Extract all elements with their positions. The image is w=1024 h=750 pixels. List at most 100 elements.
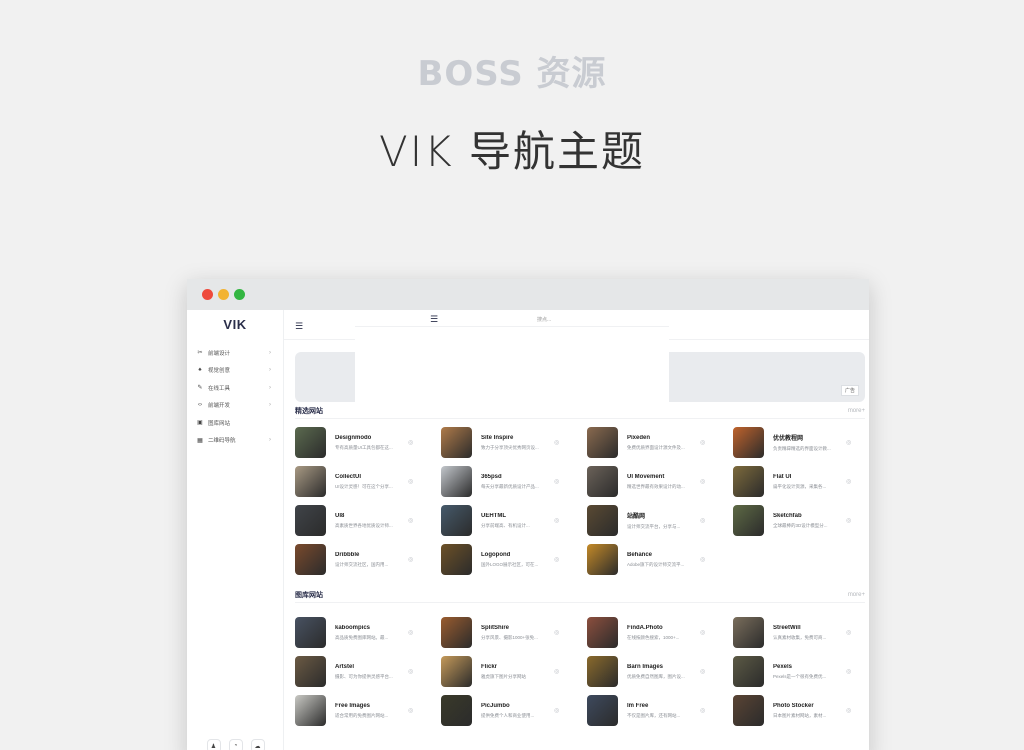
info-icon[interactable]: ◎	[554, 517, 559, 524]
site-name: 站酷网	[627, 514, 646, 520]
site-card[interactable]: Designmodo 专有高质量UI工具包都在这... ◎	[295, 427, 441, 458]
info-icon[interactable]: ◎	[408, 707, 413, 714]
site-card[interactable]: 站酷网 设计师交流平台，分享与... ◎	[587, 505, 733, 536]
site-description: UI设计灵感！可在这个分享...	[335, 483, 393, 489]
info-icon[interactable]: ◎	[554, 556, 559, 563]
site-card[interactable]: Site Inspire 致力于分享顶尖优秀网页设... ◎	[441, 427, 587, 458]
site-card[interactable]: UEHTML 分享前端高、有机设计... ◎	[441, 505, 587, 536]
site-thumbnail	[587, 695, 618, 726]
site-card[interactable]: SplitShire 分享风景、摄影1000+张免... ◎	[441, 617, 587, 648]
site-card[interactable]: Logopond 国外LOGO展示社区，可在... ◎	[441, 544, 587, 575]
maximize-window-button[interactable]	[234, 289, 245, 300]
site-description: 全球最棒的3D设计模型分...	[773, 522, 828, 528]
site-card-text: Sketchfab 全球最棒的3D设计模型分...	[773, 513, 845, 529]
info-icon[interactable]: ◎	[408, 439, 413, 446]
site-name: Behance	[627, 551, 653, 558]
wechat-icon[interactable]: ☁	[250, 739, 265, 750]
info-icon[interactable]: ◎	[408, 556, 413, 563]
site-card[interactable]: StreetWill 认真素材收集，免费可商... ◎	[733, 617, 869, 648]
scissors-icon: ✂	[197, 350, 203, 357]
sidebar-item-online-tools[interactable]: ✎ 在线工具 ›	[187, 379, 283, 397]
site-description: 扁平化设计资源，采集各...	[773, 483, 827, 489]
site-card[interactable]: Pixeden 免费优质界面设计源文件及... ◎	[587, 427, 733, 458]
info-icon[interactable]: ◎	[846, 517, 851, 524]
site-name: Dribbble	[335, 551, 360, 558]
sidebar-item-frontend-design[interactable]: ✂ 前端设计 ›	[187, 344, 283, 362]
site-name: Photo Stocker	[773, 702, 814, 709]
info-icon[interactable]: ◎	[700, 707, 705, 714]
info-icon[interactable]: ◎	[846, 478, 851, 485]
info-icon[interactable]: ◎	[554, 478, 559, 485]
preview-search-input: 搜点...	[537, 317, 552, 323]
site-thumbnail	[733, 505, 764, 536]
site-name: 365psd	[481, 473, 502, 480]
info-icon[interactable]: ◎	[554, 439, 559, 446]
info-icon[interactable]: ◎	[408, 668, 413, 675]
sidebar-item-qrcode-nav[interactable]: ▦ 二维码导航 ›	[187, 432, 283, 450]
pen-icon: ✎	[197, 385, 203, 392]
site-name: Pexels	[773, 663, 793, 670]
info-icon[interactable]: ◎	[700, 556, 705, 563]
site-card[interactable]: Im Free 不仅是图片库，还有网站... ◎	[587, 695, 733, 726]
site-card[interactable]: FindA.Photo 在线按颜色搜索，1000+... ◎	[587, 617, 733, 648]
site-thumbnail	[441, 427, 472, 458]
site-card[interactable]: Behance Adobe旗下的设计师交流平... ◎	[587, 544, 733, 575]
site-card[interactable]: 优优教程网 负责精辟精选的界面设计教... ◎	[733, 427, 869, 458]
menu-toggle-icon[interactable]: ☰	[295, 321, 303, 332]
sidebar-item-visual-creative[interactable]: ♠ 视觉创意 ›	[187, 362, 283, 380]
site-description: 雅虎旗下图片分享网站	[481, 673, 526, 679]
info-icon[interactable]: ◎	[700, 439, 705, 446]
site-card[interactable]: kaboompics 高品质免费图库网站。最... ◎	[295, 617, 441, 648]
info-icon[interactable]: ◎	[846, 668, 851, 675]
site-card[interactable]: Sketchfab 全球最棒的3D设计模型分... ◎	[733, 505, 869, 536]
site-name: SplitShire	[481, 624, 510, 631]
site-card-text: Designmodo 专有高质量UI工具包都在这...	[335, 435, 407, 451]
sidebar-menu: ✂ 前端设计 › ♠ 视觉创意 › ✎ 在线工具 › ‹› 前端开发 › ▣ 图	[187, 344, 283, 449]
site-card-text: Im Free 不仅是图片库，还有网站...	[627, 703, 699, 719]
info-icon[interactable]: ◎	[408, 517, 413, 524]
site-card[interactable]: 365psd 每天分享最新优质设计产品... ◎	[441, 466, 587, 497]
site-card[interactable]: Flickr 雅虎旗下图片分享网站 ◎	[441, 656, 587, 687]
info-icon[interactable]: ◎	[554, 707, 559, 714]
info-icon[interactable]: ◎	[408, 478, 413, 485]
info-icon[interactable]: ◎	[554, 629, 559, 636]
site-card-text: 站酷网 设计师交流平台，分享与...	[627, 511, 699, 530]
info-icon[interactable]: ◎	[700, 668, 705, 675]
more-link[interactable]: more+	[848, 408, 865, 414]
info-icon[interactable]: ◎	[846, 439, 851, 446]
site-card[interactable]: PicJumbo 提供免费个人和商业使用... ◎	[441, 695, 587, 726]
site-card-text: CollectUI UI设计灵感！可在这个分享...	[335, 474, 407, 490]
site-card[interactable]: UI Movement 精选世界最有效果设计的动... ◎	[587, 466, 733, 497]
site-card[interactable]: CollectUI UI设计灵感！可在这个分享... ◎	[295, 466, 441, 497]
info-icon[interactable]: ◎	[846, 629, 851, 636]
info-icon[interactable]: ◎	[846, 707, 851, 714]
chevron-right-icon: ›	[269, 437, 271, 444]
info-icon[interactable]: ◎	[408, 629, 413, 636]
sidebar-item-frontend-dev[interactable]: ‹› 前端开发 ›	[187, 397, 283, 415]
site-card[interactable]: Dribbble 设计师交流社区，国内用... ◎	[295, 544, 441, 575]
site-description: 日本图片素材网站，素材...	[773, 712, 827, 718]
minimize-window-button[interactable]	[218, 289, 229, 300]
site-card[interactable]: Photo Stocker 日本图片素材网站，素材... ◎	[733, 695, 869, 726]
site-card[interactable]: Free Images 适合常用的免费图片网站... ◎	[295, 695, 441, 726]
site-card[interactable]: Barn Images 优质免费自然图库，图片设... ◎	[587, 656, 733, 687]
close-window-button[interactable]	[202, 289, 213, 300]
site-card-text: Pixeden 免费优质界面设计源文件及...	[627, 435, 699, 451]
section-header: 精选网站 more+	[295, 405, 865, 419]
site-logo[interactable]: VIK	[187, 310, 283, 340]
flame-icon: ♠	[198, 367, 202, 374]
info-icon[interactable]: ◎	[700, 517, 705, 524]
info-icon[interactable]: ◎	[700, 629, 705, 636]
qq-icon[interactable]: ♟	[206, 739, 221, 750]
info-icon[interactable]: ◎	[554, 668, 559, 675]
sidebar-item-label: 前端设计	[208, 350, 231, 357]
site-card-text: PicJumbo 提供免费个人和商业使用...	[481, 703, 553, 719]
site-card[interactable]: Flat UI 扁平化设计资源，采集各... ◎	[733, 466, 869, 497]
sidebar-item-image-sites[interactable]: ▣ 图库网站	[187, 414, 283, 432]
weibo-icon[interactable]: ◔	[228, 739, 243, 750]
info-icon[interactable]: ◎	[700, 478, 705, 485]
site-card[interactable]: Artstel 摄影、可为你提供灵感平台... ◎	[295, 656, 441, 687]
site-card[interactable]: Pexels Pexels是一个很有免费优... ◎	[733, 656, 869, 687]
more-link[interactable]: more+	[848, 592, 865, 598]
site-card[interactable]: UI8 高素质世界各地优质设计师... ◎	[295, 505, 441, 536]
